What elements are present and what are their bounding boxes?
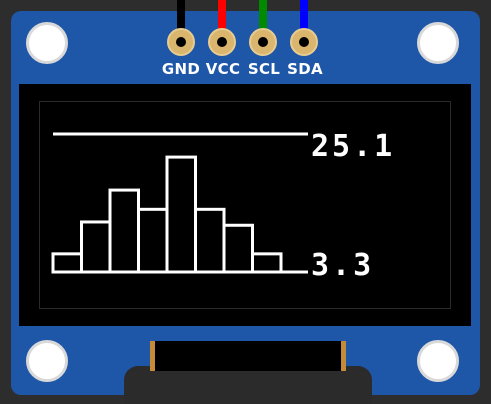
histogram-bar — [251, 252, 283, 274]
histogram-bar — [108, 188, 140, 274]
histogram-bar — [137, 207, 169, 274]
histogram-bar — [51, 252, 83, 274]
histogram-bar — [194, 207, 226, 274]
base-tray — [124, 366, 372, 404]
min-value-label: 3.3 — [311, 248, 374, 283]
oled-module: GND VCC SCL SDA 25.1 3.3 — [0, 0, 491, 404]
histogram-bar — [80, 220, 112, 274]
histogram-bar — [222, 223, 254, 274]
flex-cable — [150, 341, 346, 371]
histogram-bar — [165, 155, 197, 274]
max-value-label: 25.1 — [311, 129, 395, 164]
